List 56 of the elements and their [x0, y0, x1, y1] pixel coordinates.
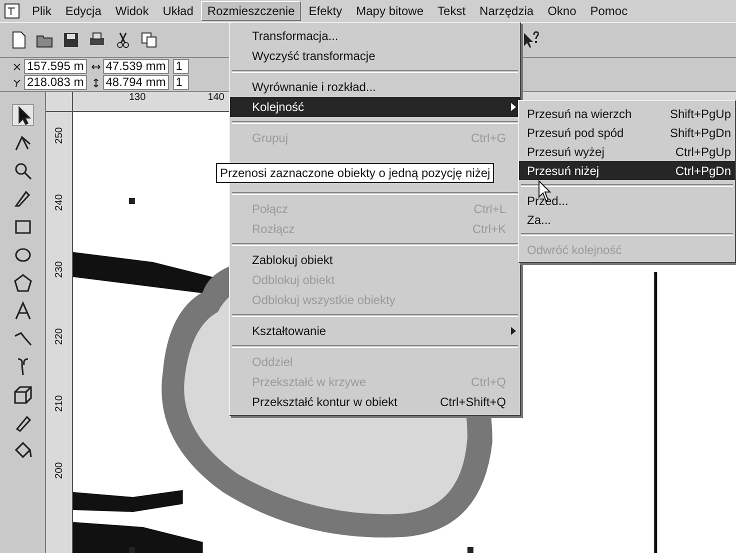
copy-icon[interactable] — [140, 31, 158, 49]
ruler-number: 250 — [54, 127, 64, 144]
vertical-arrows-icon — [90, 78, 101, 88]
ruler-number: 230 — [54, 261, 64, 278]
x-label-icon — [12, 62, 22, 72]
menu-item[interactable]: Wyrównanie i rozkład... — [230, 77, 520, 97]
ruler-number: 200 — [54, 462, 64, 479]
menu-item[interactable]: Przekształć kontur w obiekt Ctrl+Shift+Q — [230, 392, 520, 412]
menu-bar-item[interactable]: Widok — [109, 1, 155, 21]
ruler-number: 210 — [54, 395, 64, 412]
new-file-icon[interactable] — [10, 31, 28, 49]
selection-handle[interactable] — [467, 547, 474, 553]
menu-item[interactable]: Zablokuj obiekt — [230, 250, 520, 270]
menu-item[interactable]: Kolejność — [230, 97, 520, 117]
height-field[interactable]: 48.794 mm — [102, 75, 169, 90]
ruler-number: 220 — [54, 328, 64, 345]
submenu-item[interactable]: Przesuń niżej Ctrl+PgDn — [519, 161, 735, 180]
y-label-icon — [12, 78, 22, 88]
menu-bar-item[interactable]: Rozmieszczenie — [201, 1, 301, 21]
tooltip: Przenosi zaznaczone obiekty o jedną pozycję niżej — [216, 163, 494, 183]
width-field[interactable]: 47.539 mm — [102, 59, 169, 74]
help-cursor-icon[interactable] — [522, 31, 540, 49]
cube-icon[interactable] — [12, 384, 34, 406]
submenu-item[interactable]: Za... — [519, 210, 735, 229]
menu-bar-item[interactable]: Tekst — [432, 1, 472, 21]
submenu-item[interactable]: Przesuń pod spód Shift+PgDn — [519, 123, 735, 142]
menu-bar-item[interactable]: Efekty — [302, 1, 348, 21]
horizontal-arrows-icon — [90, 62, 101, 72]
submenu-arrow-icon — [510, 327, 516, 335]
menu-bar-item[interactable]: Mapy bitowe — [350, 1, 430, 21]
menu-item[interactable]: Transformacja... — [230, 26, 520, 46]
input-field[interactable]: 1 — [172, 59, 189, 74]
submenu-item[interactable]: Przesuń wyżej Ctrl+PgUp — [519, 142, 735, 161]
menu-bar-item[interactable]: Układ — [156, 1, 200, 21]
menu-bar-item[interactable]: Narzędzia — [474, 1, 540, 21]
menu-bar-item[interactable]: Edycja — [59, 1, 108, 21]
pentagon-icon[interactable] — [12, 272, 34, 294]
x-position-field[interactable]: 157.595 m — [24, 59, 87, 74]
menu-bar-item[interactable]: Okno — [542, 1, 582, 21]
submenu-item[interactable]: Przesuń na wierzch Shift+PgUp — [519, 104, 735, 123]
ruler-number: 130 — [129, 92, 146, 105]
submenu-item[interactable]: Przed... — [519, 191, 735, 210]
pointer-icon[interactable] — [12, 104, 34, 126]
app-icon[interactable] — [4, 3, 20, 19]
save-icon[interactable] — [62, 31, 80, 49]
menu-bar-item[interactable]: Plik — [26, 1, 58, 21]
selection-handle[interactable] — [128, 198, 135, 204]
menu-bar-item[interactable]: Pomoc — [584, 1, 634, 21]
scissors-icon[interactable] — [114, 31, 132, 49]
submenu-arrow-icon — [510, 103, 516, 111]
menu-item[interactable]: Kształtowanie — [230, 321, 520, 341]
menu-item[interactable]: Wyczyść transformacje — [230, 46, 520, 66]
ruler-number: 140 — [208, 92, 224, 105]
input-field[interactable]: 1 — [172, 75, 189, 90]
ruler-number: 240 — [54, 194, 64, 211]
y-position-field[interactable]: 218.083 m — [24, 75, 87, 90]
